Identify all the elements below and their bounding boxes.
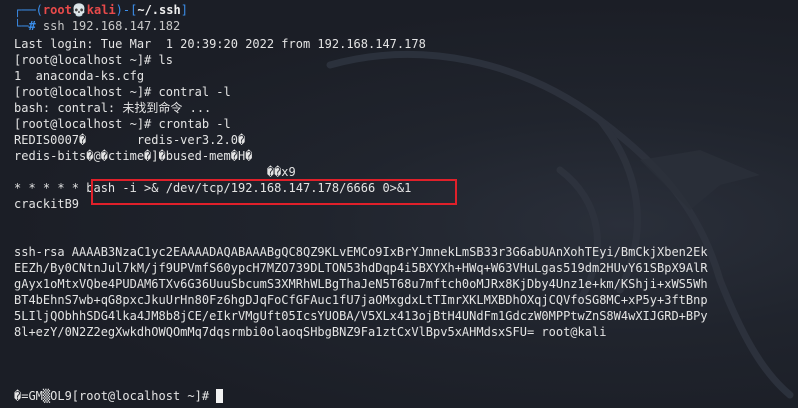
skull-icon: 💀 <box>71 3 87 17</box>
prompt-dir: ~/.ssh <box>137 3 181 17</box>
output-line: crackitB9 <box>14 197 80 211</box>
output-line: REDIS0007� redis-ver3.2.0� <box>14 133 246 147</box>
kali-prompt-command: └─# ssh 192.168.147.182 <box>14 18 180 34</box>
ssh-key-line: 5LIljQObhhSDG4lka4JM8b8jCE/eIkrVMgUft05I… <box>14 309 708 323</box>
prompt-close: ] <box>180 3 188 17</box>
ssh-command: ssh 192.168.147.182 <box>35 19 181 33</box>
output-line: 1 anaconda-ks.cfg <box>14 69 145 83</box>
prompt-user: root <box>42 3 72 17</box>
prompt-hash: # <box>28 19 36 33</box>
output-line: [root@localhost ~]# ls <box>14 53 173 67</box>
output-line: bash: contral: 未找到命令 ... <box>14 101 212 115</box>
text-cursor <box>216 389 224 403</box>
terminal-window[interactable]: ┌──(root💀kali)-[~/.ssh] └─# ssh 192.168.… <box>0 0 798 408</box>
output-line: Last login: Tue Mar 1 20:39:20 2022 from… <box>14 37 426 51</box>
output-line: [root@localhost ~]# contral -l <box>14 85 231 99</box>
output-line: redis-bits�@�ctime�]�bused-mem�H� <box>14 149 253 163</box>
active-prompt-line[interactable]: �=GM▒OL9[root@localhost ~]# <box>14 388 224 404</box>
ssh-key-line: 8l+ezY/0N2Z2egXwkdhOWQOmMq7dqsrmbi0olaoq… <box>14 325 607 339</box>
ssh-key-line: gAyx1oMtxVQbe4PUDAM6TXv6G36UuuSbcumS3XMR… <box>14 277 708 291</box>
output-line: ��x9 <box>14 165 296 179</box>
prompt-host: kali <box>86 3 116 17</box>
ssh-key-line: EEZh/By0CNtnJul7kM/jf9UPVmfS60ypcH7MZO73… <box>14 261 708 275</box>
ssh-key-line: BT4bEhnS7wb+qG8pxcJkuUrHn80Fz6hgDJqFoCfG… <box>14 293 708 307</box>
prompt-open: ┌──( <box>14 3 43 17</box>
active-prompt: �=GM▒OL9[root@localhost ~]# <box>14 389 217 403</box>
prompt-second-prefix: └─ <box>14 19 29 33</box>
ssh-key-line: ssh-rsa AAAAB3NzaC1yc2EAAAADAQABAAABgQC8… <box>14 245 708 259</box>
prompt-mid: )-[ <box>115 3 138 17</box>
kali-prompt-header: ┌──(root💀kali)-[~/.ssh] <box>14 2 188 18</box>
output-line: [root@localhost ~]# crontab -l <box>14 117 231 131</box>
highlight-annotation-box <box>91 179 457 205</box>
